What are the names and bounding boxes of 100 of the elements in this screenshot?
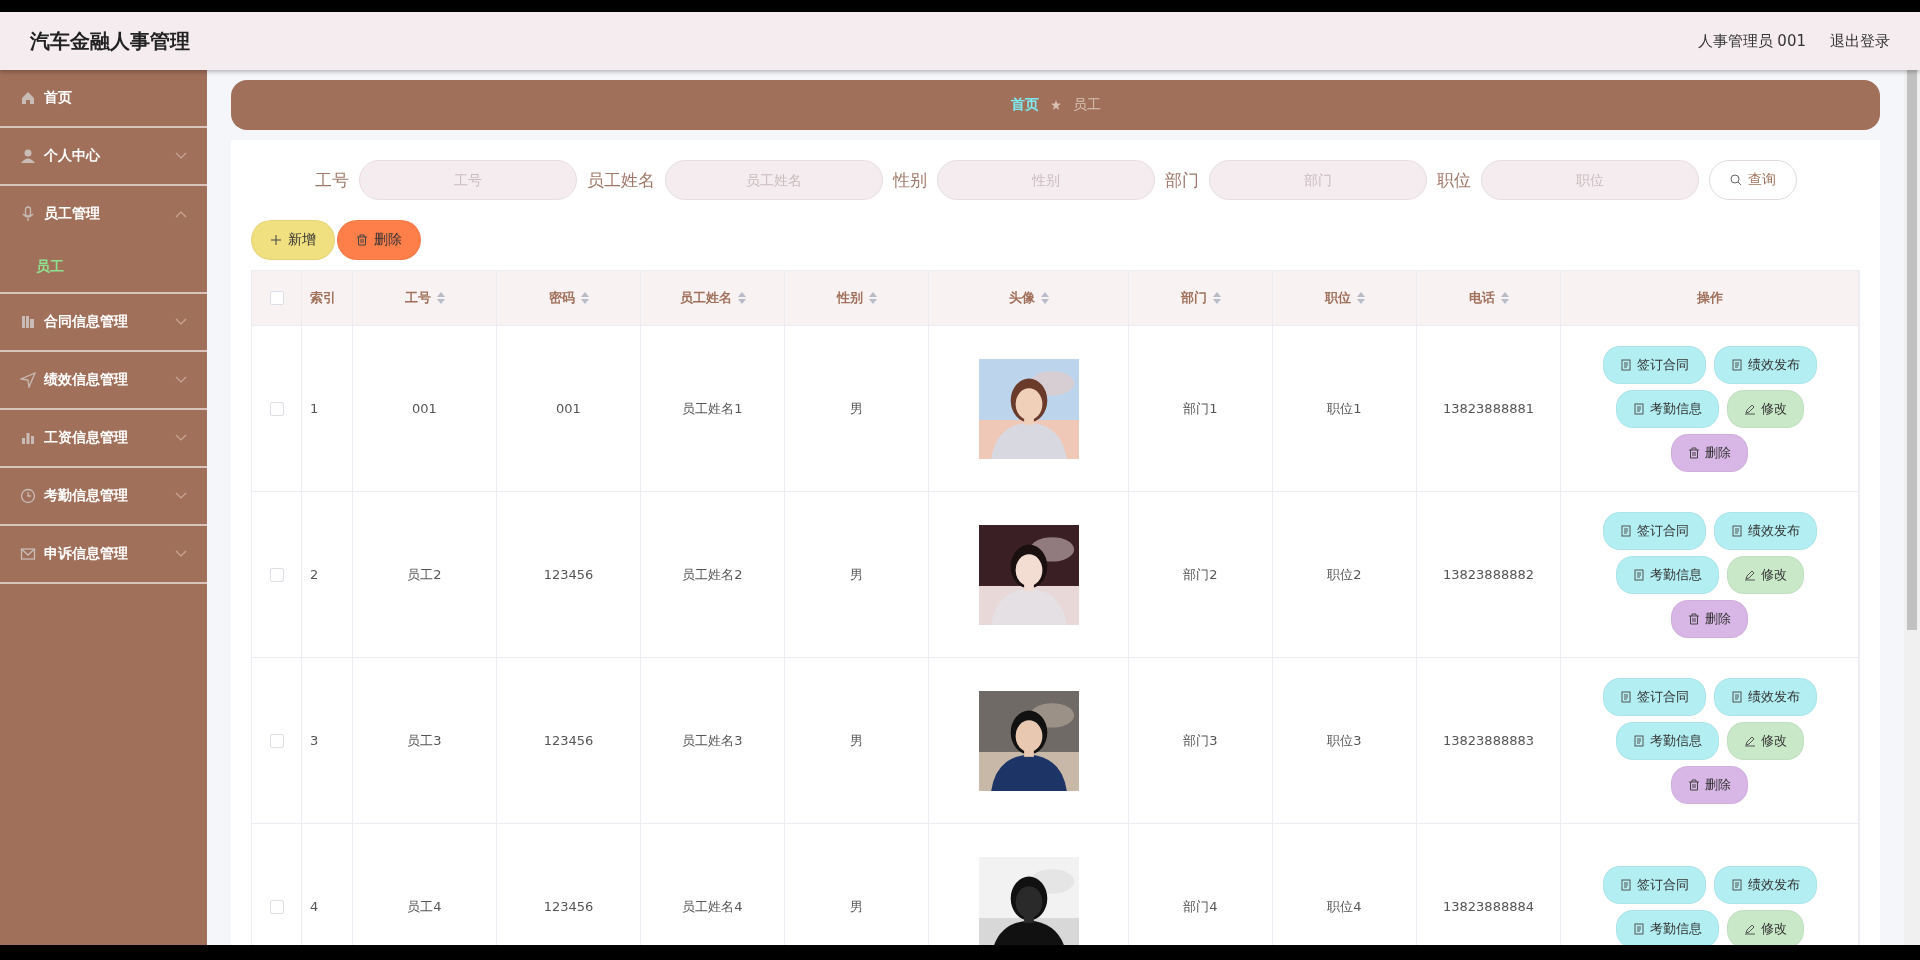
edit-button[interactable]: 修改 bbox=[1726, 555, 1804, 594]
table-cell: 员工姓名2 bbox=[682, 565, 743, 584]
sort-icon[interactable] bbox=[1212, 292, 1221, 304]
trash-icon bbox=[1688, 612, 1700, 625]
table-cell: 13823888884 bbox=[1443, 899, 1534, 914]
chevron-icon bbox=[175, 434, 187, 442]
action-button[interactable]: 考勤信息 bbox=[1615, 555, 1719, 594]
chevron-icon bbox=[175, 492, 187, 500]
bar-chart-icon bbox=[20, 430, 36, 446]
table-cell: 职位1 bbox=[1327, 399, 1362, 418]
select-all-checkbox[interactable] bbox=[269, 291, 284, 305]
chevron-icon bbox=[175, 376, 187, 384]
table-cell: 部门1 bbox=[1183, 399, 1218, 418]
document-icon bbox=[1730, 524, 1743, 537]
sort-icon[interactable] bbox=[1500, 292, 1509, 304]
sort-icon[interactable] bbox=[1040, 292, 1049, 304]
column-header[interactable]: 职位 bbox=[1273, 271, 1417, 325]
row-checkbox[interactable] bbox=[269, 401, 284, 416]
row-checkbox[interactable] bbox=[269, 733, 284, 748]
document-icon bbox=[1730, 690, 1743, 703]
pencil-icon bbox=[1743, 922, 1756, 935]
action-button[interactable]: 签订合同 bbox=[1602, 865, 1706, 904]
edit-button[interactable]: 修改 bbox=[1726, 389, 1804, 428]
delete-button[interactable]: 删除 bbox=[337, 220, 421, 260]
home-icon bbox=[20, 90, 36, 106]
paper-plane-icon bbox=[20, 372, 36, 388]
logout-link[interactable]: 退出登录 bbox=[1830, 31, 1890, 51]
field-label: 部门 bbox=[1164, 168, 1199, 192]
chevron-icon bbox=[175, 550, 187, 558]
table-cell: 13823888882 bbox=[1443, 567, 1534, 582]
user-name: 人事管理员 001 bbox=[1697, 31, 1806, 51]
table-cell: 3 bbox=[310, 733, 319, 748]
delete-button[interactable]: 删除 bbox=[1671, 599, 1748, 638]
action-button[interactable]: 签订合同 bbox=[1602, 345, 1706, 384]
table-cell: 部门2 bbox=[1183, 565, 1218, 584]
column-header[interactable]: 工号 bbox=[353, 271, 497, 325]
document-icon bbox=[1619, 690, 1632, 703]
plus-icon bbox=[270, 234, 282, 246]
action-button[interactable]: 考勤信息 bbox=[1615, 909, 1719, 945]
delete-button[interactable]: 删除 bbox=[1671, 433, 1748, 472]
clock-icon bbox=[20, 488, 36, 504]
sidebar-item[interactable]: 员工管理 bbox=[0, 186, 207, 242]
sort-icon[interactable] bbox=[868, 292, 877, 304]
document-icon bbox=[1632, 734, 1645, 747]
column-header[interactable]: 密码 bbox=[497, 271, 641, 325]
table-cell: 13823888883 bbox=[1443, 733, 1534, 748]
search-button[interactable]: 查询 bbox=[1708, 160, 1797, 200]
row-checkbox[interactable] bbox=[269, 899, 284, 914]
column-header[interactable]: 员工姓名 bbox=[641, 271, 785, 325]
sort-icon[interactable] bbox=[580, 292, 589, 304]
action-button[interactable]: 考勤信息 bbox=[1615, 389, 1719, 428]
table-cell: 职位2 bbox=[1327, 565, 1362, 584]
table-cell: 001 bbox=[412, 401, 437, 416]
person-icon bbox=[20, 148, 36, 164]
document-icon bbox=[1619, 358, 1632, 371]
row-checkbox[interactable] bbox=[269, 567, 284, 582]
table-cell: 员工2 bbox=[407, 565, 442, 584]
action-button[interactable]: 绩效发布 bbox=[1713, 677, 1817, 716]
add-button[interactable]: 新增 bbox=[251, 220, 335, 260]
sort-icon[interactable] bbox=[1356, 292, 1365, 304]
pencil-icon bbox=[1743, 568, 1756, 581]
column-header: 索引 bbox=[302, 271, 353, 325]
table-cell: 001 bbox=[556, 401, 581, 416]
table-cell: 员工3 bbox=[407, 731, 442, 750]
table-cell: 123456 bbox=[543, 733, 594, 748]
edit-button[interactable]: 修改 bbox=[1726, 721, 1804, 760]
action-button[interactable]: 绩效发布 bbox=[1713, 865, 1817, 904]
column-header[interactable]: 头像 bbox=[929, 271, 1129, 325]
table-cell: 1 bbox=[310, 401, 319, 416]
column-header[interactable]: 性别 bbox=[785, 271, 929, 325]
table-cell: 员工4 bbox=[407, 897, 442, 916]
table-cell: 部门3 bbox=[1183, 731, 1218, 750]
document-icon bbox=[1619, 878, 1632, 891]
table-cell: 男 bbox=[850, 731, 863, 750]
document-icon bbox=[1730, 878, 1743, 891]
edit-button[interactable]: 修改 bbox=[1726, 909, 1804, 945]
trash-icon bbox=[1688, 446, 1700, 459]
table-cell: 职位4 bbox=[1327, 897, 1362, 916]
field-label: 性别 bbox=[892, 168, 927, 192]
table-cell: 员工姓名4 bbox=[682, 897, 743, 916]
table-cell: 13823888881 bbox=[1443, 401, 1534, 416]
column-header[interactable]: 部门 bbox=[1129, 271, 1273, 325]
sort-icon[interactable] bbox=[737, 292, 746, 304]
column-header[interactable]: 电话 bbox=[1417, 271, 1561, 325]
chevron-icon bbox=[175, 318, 187, 326]
document-icon bbox=[1619, 524, 1632, 537]
action-button[interactable]: 签订合同 bbox=[1602, 677, 1706, 716]
action-button[interactable]: 考勤信息 bbox=[1615, 721, 1719, 760]
pencil-icon bbox=[1743, 402, 1756, 415]
trash-icon bbox=[356, 234, 368, 246]
action-button[interactable]: 绩效发布 bbox=[1713, 511, 1817, 550]
delete-button[interactable]: 删除 bbox=[1671, 765, 1748, 804]
action-button[interactable]: 绩效发布 bbox=[1713, 345, 1817, 384]
sort-icon[interactable] bbox=[436, 292, 445, 304]
table-cell: 男 bbox=[850, 897, 863, 916]
field-label: 工号 bbox=[314, 168, 349, 192]
column-header: 操作 bbox=[1561, 271, 1859, 325]
table-cell: 123456 bbox=[543, 899, 594, 914]
action-button[interactable]: 签订合同 bbox=[1602, 511, 1706, 550]
scrollbar[interactable] bbox=[1904, 70, 1920, 945]
